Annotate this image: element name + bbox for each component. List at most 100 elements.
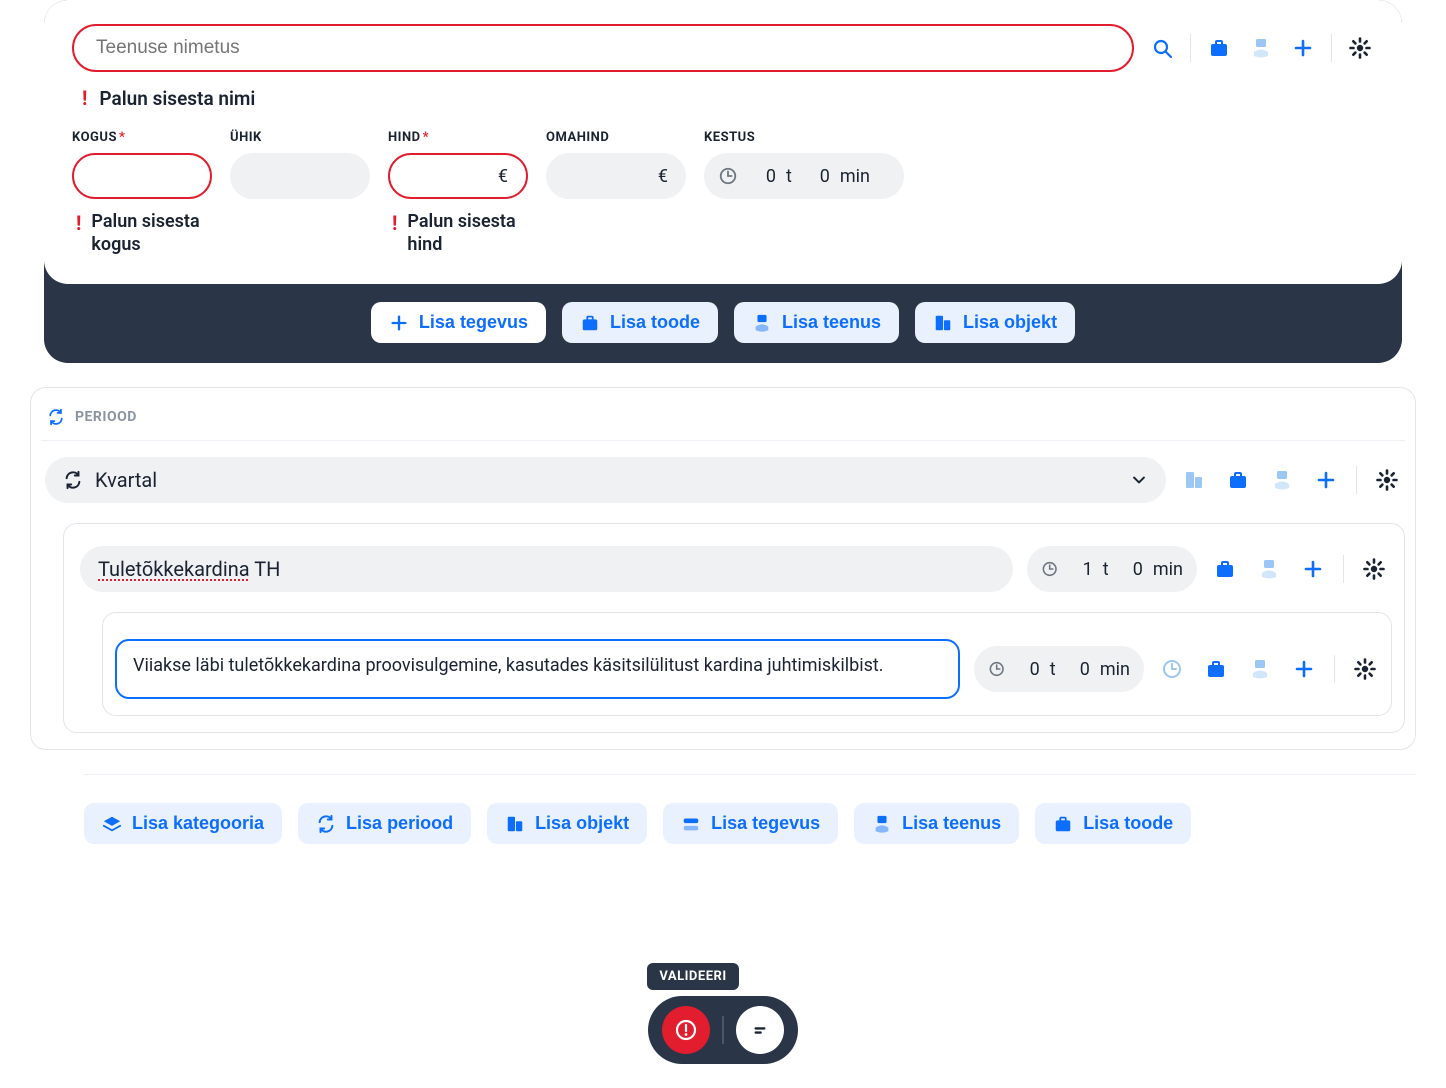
- button-label: Lisa teenus: [902, 813, 1001, 834]
- uhik-input[interactable]: [248, 165, 352, 188]
- kogus-input[interactable]: [92, 165, 192, 188]
- alert-icon: [675, 1019, 697, 1041]
- plus-icon[interactable]: [1312, 466, 1340, 494]
- building-icon: [505, 814, 525, 834]
- clock-icon[interactable]: [1158, 655, 1186, 683]
- button-label: Lisa tegevus: [711, 813, 820, 834]
- hand-box-icon[interactable]: [1268, 466, 1296, 494]
- error-text: Palun sisesta nimi: [99, 87, 255, 110]
- service-panel: ! Palun sisesta nimi KOGUS* ! Palun sise…: [44, 0, 1402, 284]
- hours-unit: t: [1103, 559, 1109, 580]
- add-teenus-button[interactable]: Lisa teenus: [734, 302, 899, 343]
- hand-box-icon[interactable]: [1246, 655, 1274, 683]
- button-label: Lisa periood: [346, 813, 453, 834]
- period-item-card: Tuletõkkekardina TH 1 t 0 min: [63, 523, 1405, 733]
- item-duration[interactable]: 1 t 0 min: [1027, 546, 1197, 592]
- briefcase-icon[interactable]: [1202, 655, 1230, 683]
- item-title-spell: Tuletõkkekardina: [98, 557, 250, 581]
- cycle-icon: [316, 814, 336, 834]
- footer-actions: Lisa kategooria Lisa periood Lisa objekt…: [84, 774, 1416, 844]
- add-tegevus-button[interactable]: Lisa tegevus: [371, 302, 546, 343]
- period-header: PERIOOD: [41, 402, 1405, 441]
- divider: [722, 1016, 724, 1044]
- divider: [1331, 34, 1332, 62]
- omahind-input[interactable]: [564, 165, 652, 188]
- gear-icon[interactable]: [1351, 655, 1379, 683]
- item-title-rest: TH: [250, 557, 281, 581]
- service-name-input[interactable]: [72, 24, 1134, 72]
- hand-box-icon: [752, 313, 772, 333]
- hand-box-icon[interactable]: [1247, 34, 1275, 62]
- mins-value: 0: [1119, 559, 1143, 580]
- item-desc-input[interactable]: Viiakse läbi tuletõkkekardina proovisulg…: [115, 639, 960, 699]
- add-objekt-button[interactable]: Lisa objekt: [487, 803, 647, 844]
- briefcase-icon[interactable]: [1205, 34, 1233, 62]
- add-toode-button[interactable]: Lisa toode: [562, 302, 718, 343]
- hand-box-icon[interactable]: [1255, 555, 1283, 583]
- gear-icon[interactable]: [1360, 555, 1388, 583]
- add-periood-button[interactable]: Lisa periood: [298, 803, 471, 844]
- divider: [1334, 655, 1335, 683]
- mins-value: 0: [802, 166, 830, 187]
- plus-icon[interactable]: [1290, 655, 1318, 683]
- label-kogus: KOGUS: [72, 130, 117, 145]
- divider: [1356, 466, 1357, 494]
- service-name-error: ! Palun sisesta nimi: [82, 86, 1374, 110]
- button-label: Lisa kategooria: [132, 813, 264, 834]
- bars-icon: [750, 1020, 770, 1040]
- briefcase-icon[interactable]: [1211, 555, 1239, 583]
- mins-unit: min: [1100, 659, 1130, 680]
- button-label: Lisa toode: [610, 312, 700, 333]
- item-title-input[interactable]: Tuletõkkekardina TH: [80, 546, 1013, 592]
- building-icon[interactable]: [1180, 466, 1208, 494]
- error-icon: !: [392, 211, 397, 256]
- briefcase-icon: [580, 313, 600, 333]
- hours-value: 0: [1015, 659, 1039, 680]
- mins-value: 0: [1066, 659, 1090, 680]
- task-icon: [681, 814, 701, 834]
- secondary-float-button[interactable]: [736, 1006, 784, 1054]
- period-select-value: Kvartal: [95, 468, 1118, 492]
- chevron-down-icon: [1130, 471, 1148, 489]
- cycle-icon: [47, 408, 65, 426]
- plus-icon[interactable]: [1299, 555, 1327, 583]
- divider: [1343, 555, 1344, 583]
- service-card: ! Palun sisesta nimi KOGUS* ! Palun sise…: [44, 0, 1402, 363]
- label-uhik: ÜHIK: [230, 130, 262, 145]
- add-objekt-button[interactable]: Lisa objekt: [915, 302, 1075, 343]
- error-text: Palun sisesta kogus: [91, 211, 212, 256]
- error-text: Palun sisesta hind: [407, 211, 528, 256]
- field-omahind: OMAHIND €: [546, 130, 686, 256]
- hours-value: 0: [748, 166, 776, 187]
- label-omahind: OMAHIND: [546, 130, 609, 145]
- hours-unit: t: [786, 166, 792, 187]
- hours-unit: t: [1050, 659, 1056, 680]
- period-select[interactable]: Kvartal: [45, 457, 1166, 503]
- button-label: Lisa objekt: [535, 813, 629, 834]
- hind-input[interactable]: [408, 165, 492, 188]
- button-label: Lisa teenus: [782, 312, 881, 333]
- kestus-input[interactable]: 0 t 0 min: [704, 153, 904, 199]
- currency-suffix: €: [658, 166, 668, 187]
- period-card: PERIOOD Kvartal Tulet: [30, 387, 1416, 750]
- search-icon[interactable]: [1148, 34, 1176, 62]
- label-kestus: KESTUS: [704, 130, 755, 145]
- add-toode-button[interactable]: Lisa toode: [1035, 803, 1191, 844]
- button-label: Lisa toode: [1083, 813, 1173, 834]
- gear-icon[interactable]: [1373, 466, 1401, 494]
- add-teenus-button[interactable]: Lisa teenus: [854, 803, 1019, 844]
- item-desc-card: Viiakse läbi tuletõkkekardina proovisulg…: [102, 612, 1392, 716]
- button-label: Lisa tegevus: [419, 312, 528, 333]
- plus-icon[interactable]: [1289, 34, 1317, 62]
- add-kategooria-button[interactable]: Lisa kategooria: [84, 803, 282, 844]
- validate-tooltip: VALIDEERI: [647, 963, 738, 990]
- briefcase-icon[interactable]: [1224, 466, 1252, 494]
- add-tegevus-button[interactable]: Lisa tegevus: [663, 803, 838, 844]
- validate-button[interactable]: [662, 1006, 710, 1054]
- building-icon: [933, 313, 953, 333]
- error-icon: !: [82, 86, 87, 110]
- clock-icon: [718, 166, 738, 186]
- currency-suffix: €: [498, 166, 508, 187]
- desc-duration[interactable]: 0 t 0 min: [974, 646, 1144, 692]
- gear-icon[interactable]: [1346, 34, 1374, 62]
